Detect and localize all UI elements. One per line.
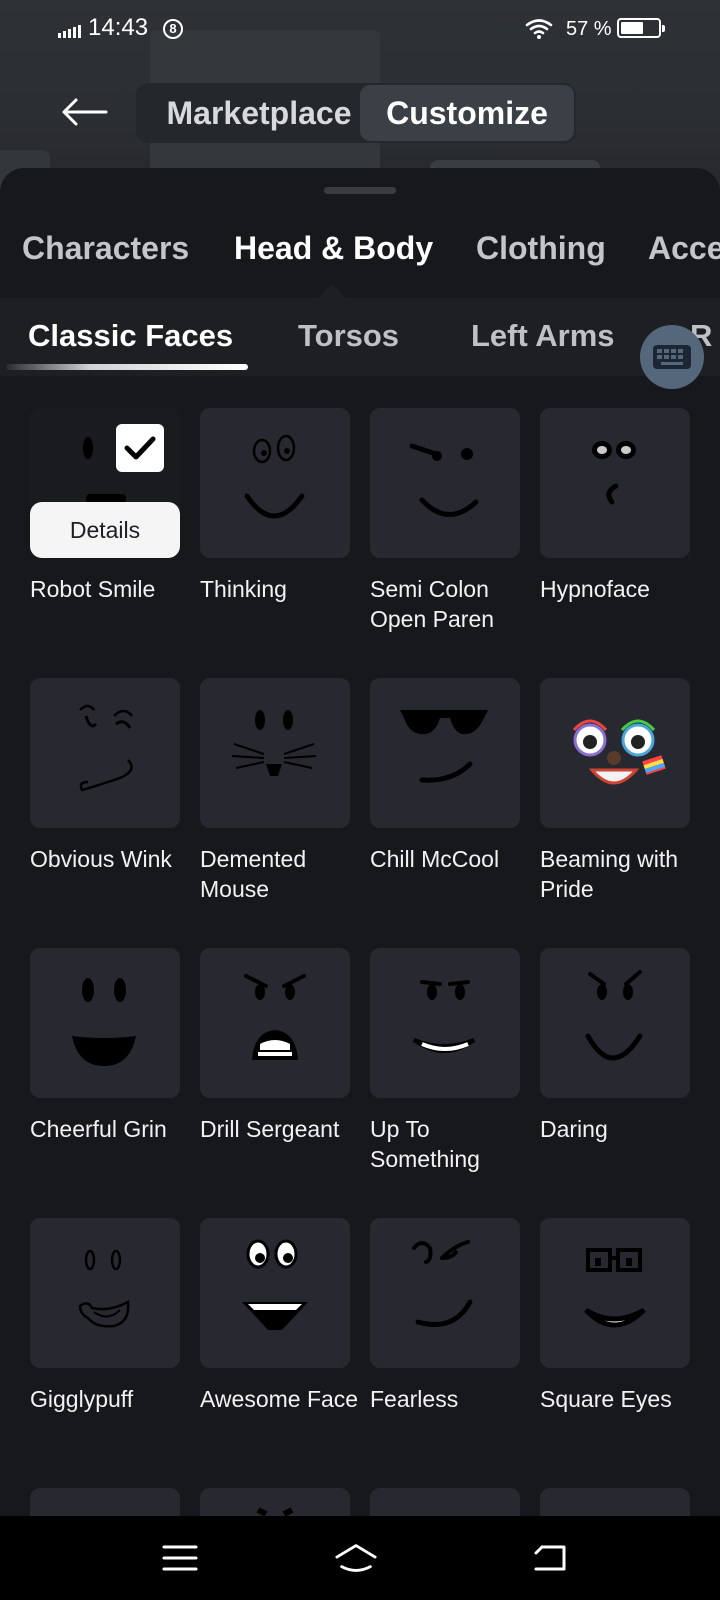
- category-tabs: Characters Head & Body Clothing Acce: [0, 216, 720, 276]
- item-name: Square Eyes: [540, 1386, 672, 1412]
- item-name: Beaming with Pride: [540, 846, 679, 902]
- item-name: Cheerful Grin: [30, 1116, 167, 1142]
- keyboard-icon: [653, 345, 691, 369]
- item-name: Semi Colon Open Paren: [370, 576, 495, 632]
- item-name: Daring: [540, 1116, 608, 1142]
- selected-checkmark-icon: [116, 424, 164, 472]
- active-category-pointer: [318, 284, 346, 298]
- keyboard-button[interactable]: [640, 325, 704, 389]
- tab-left-arms[interactable]: Left Arms: [471, 318, 615, 354]
- item-name: Awesome Face: [200, 1386, 359, 1412]
- cheerful-grin-face-icon: [30, 948, 180, 1098]
- item-name: Obvious Wink: [30, 846, 172, 872]
- beaming-with-pride-face-icon: [540, 678, 690, 828]
- demented-mouse-face-icon: [200, 678, 350, 828]
- mode-switcher: Marketplace Customize: [136, 83, 576, 143]
- drill-sergeant-face-icon: [200, 948, 350, 1098]
- item-name: Up To Something: [370, 1116, 480, 1172]
- item-name: Thinking: [200, 576, 287, 602]
- wifi-icon: [525, 19, 553, 39]
- square-eyes-face-icon: [540, 1218, 690, 1368]
- tab-classic-faces[interactable]: Classic Faces: [28, 318, 233, 354]
- tab-marketplace[interactable]: Marketplace: [154, 83, 364, 143]
- back-icon: [534, 1545, 566, 1571]
- item-name: Gigglypuff: [30, 1386, 134, 1412]
- tab-accessories[interactable]: Acce: [648, 230, 720, 267]
- back-button[interactable]: [58, 90, 110, 134]
- back-nav-button[interactable]: [528, 1538, 572, 1578]
- item-name: Chill McCool: [370, 846, 500, 872]
- daring-face-icon: [540, 948, 690, 1098]
- fearless-face-icon: [370, 1218, 520, 1368]
- item-name: Drill Sergeant: [200, 1116, 340, 1142]
- tab-characters[interactable]: Characters: [22, 230, 189, 267]
- details-button[interactable]: Details: [30, 502, 180, 558]
- status-bar: 14:43 8 57 %: [0, 0, 720, 58]
- tab-clothing[interactable]: Clothing: [476, 230, 606, 267]
- thinking-face-icon: [200, 408, 350, 558]
- tab-head-and-body[interactable]: Head & Body: [234, 230, 433, 267]
- item-name: Demented Mouse: [200, 846, 307, 902]
- hypnoface-icon: [540, 408, 690, 558]
- home-button[interactable]: [334, 1538, 378, 1578]
- semi-colon-face-icon: [370, 408, 520, 558]
- battery-icon: [617, 18, 665, 38]
- home-icon: [335, 1544, 377, 1572]
- item-name: Robot Smile: [30, 576, 156, 602]
- arrow-left-icon: [62, 98, 108, 126]
- tab-torsos[interactable]: Torsos: [298, 318, 399, 354]
- item-name: Fearless: [370, 1386, 459, 1412]
- menu-icon: [162, 1545, 198, 1571]
- recent-apps-button[interactable]: [158, 1538, 202, 1578]
- notification-badge: 8: [163, 19, 183, 39]
- tab-customize[interactable]: Customize: [360, 85, 574, 141]
- awesome-face-icon: [200, 1218, 350, 1368]
- status-time: 14:43: [88, 14, 149, 41]
- battery-percent: 57 %: [566, 18, 612, 40]
- customize-sheet: Characters Head & Body Clothing Acce Cla…: [0, 168, 720, 1516]
- sheet-drag-handle[interactable]: [324, 187, 396, 194]
- up-to-something-face-icon: [370, 948, 520, 1098]
- item-name: Hypnoface: [540, 576, 650, 602]
- active-subtab-underline: [6, 364, 248, 370]
- signal-icon: [58, 24, 81, 38]
- chill-mccool-face-icon: [370, 678, 520, 828]
- obvious-wink-face-icon: [30, 678, 180, 828]
- gigglypuff-face-icon: [30, 1218, 180, 1368]
- system-navigation-bar: [0, 1516, 720, 1600]
